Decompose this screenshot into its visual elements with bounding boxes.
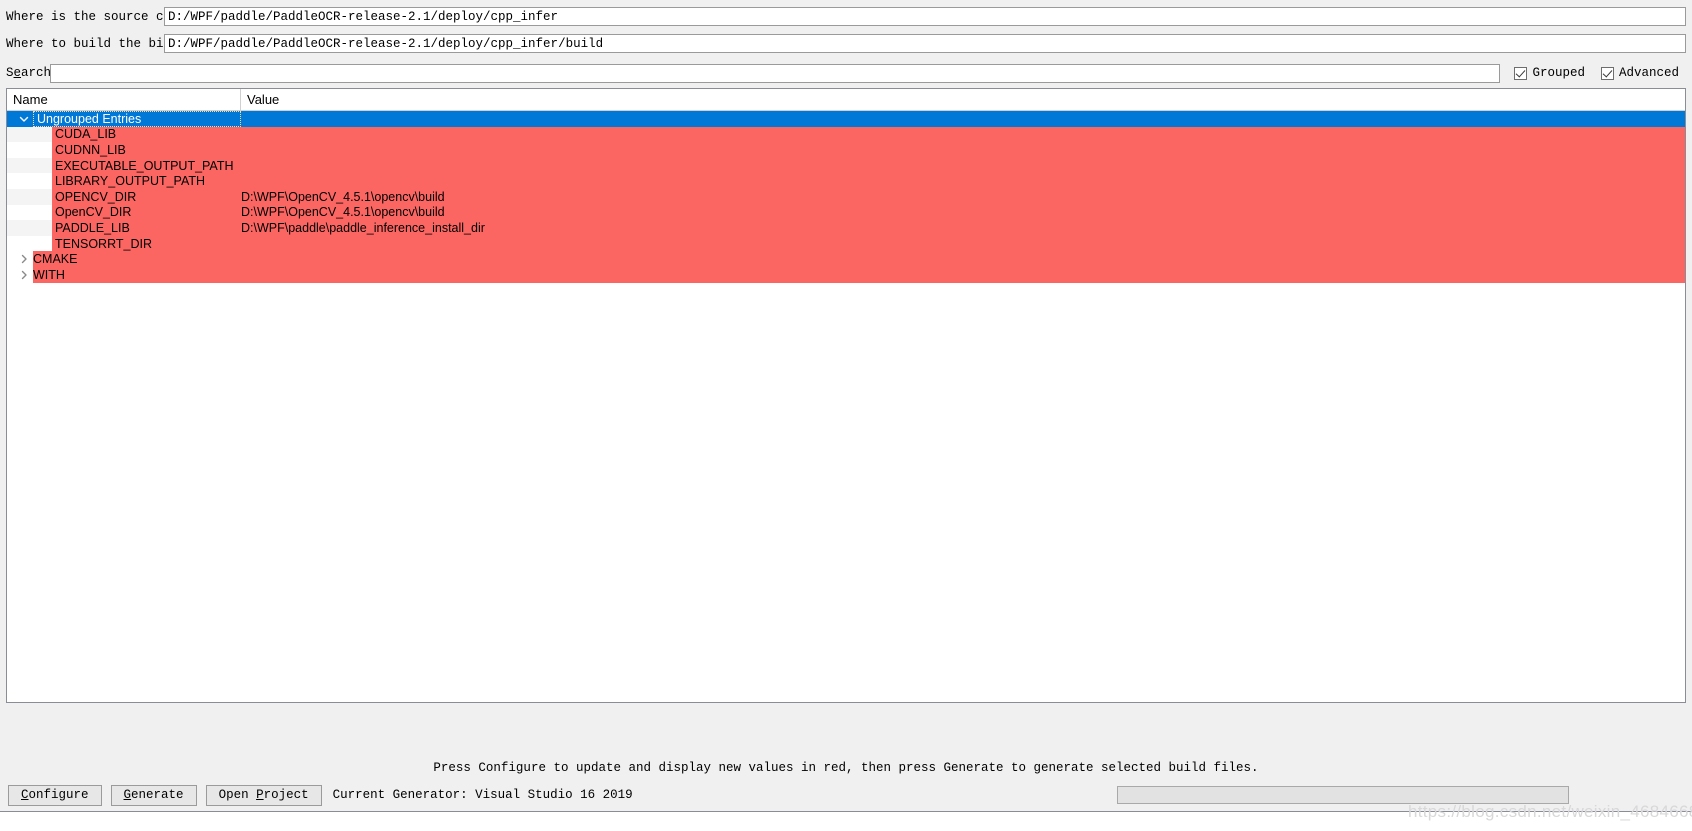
search-row: Search: Grouped Advanced [0, 59, 1692, 88]
tree-group-name: CMAKE [33, 252, 78, 267]
tree-indent-gutter [7, 173, 52, 189]
grouped-checkbox-label: Grouped [1532, 66, 1585, 80]
status-message: Press Configure to update and display ne… [0, 757, 1692, 779]
table-row[interactable]: OPENCV_DIR D:\WPF\OpenCV_4.5.1\opencv\bu… [7, 188, 1685, 205]
entry-value[interactable]: D:\WPF\paddle\paddle_inference_install_d… [241, 220, 1685, 236]
entry-value[interactable] [241, 127, 1685, 143]
open-project-label-post: roject [263, 787, 309, 802]
tree-indent-gutter [7, 188, 52, 205]
tree-body: Ungrouped Entries CUDA_LIB CUDNN_LIB EXE… [7, 111, 1685, 283]
generate-button[interactable]: Generate [110, 784, 197, 806]
tree-header: Name Value [7, 89, 1685, 111]
entry-value[interactable]: D:\WPF\OpenCV_4.5.1\opencv\build [241, 205, 1685, 221]
build-path-input[interactable]: D:/WPF/paddle/PaddleOCR-release-2.1/depl… [164, 34, 1686, 53]
tree-indent-gutter [7, 126, 52, 143]
tree-indent-gutter [7, 157, 52, 174]
checkmark-icon-advanced [1600, 66, 1614, 80]
tree-indent-gutter [7, 251, 33, 267]
tree-indent-gutter [7, 220, 52, 236]
table-row[interactable]: CUDNN_LIB [7, 142, 1685, 158]
search-label-pre: S [6, 66, 14, 80]
entry-value[interactable] [241, 236, 1685, 252]
open-project-label-pre: Open [218, 787, 257, 802]
search-label-accelerator: e [13, 66, 22, 80]
cache-variables-tree[interactable]: Name Value Ungrouped Entries CUDA_LIB CU… [6, 88, 1686, 703]
column-header-value[interactable]: Value [241, 89, 1685, 110]
entry-name: LIBRARY_OUTPUT_PATH [55, 174, 206, 189]
source-path-label: Where is the source code: [6, 9, 194, 24]
tree-group-row-with[interactable]: WITH [7, 266, 1685, 283]
build-path-label: Where to build the binaries: [6, 36, 217, 51]
entry-name: OPENCV_DIR [55, 189, 137, 204]
entry-name: EXECUTABLE_OUTPUT_PATH [55, 158, 234, 173]
table-row[interactable]: OpenCV_DIR D:\WPF\OpenCV_4.5.1\opencv\bu… [7, 204, 1685, 221]
advanced-checkbox[interactable]: Advanced [1600, 66, 1679, 80]
checkmark-icon-grouped [1514, 66, 1528, 80]
tree-group-value [83, 251, 1685, 267]
entry-name: PADDLE_LIB [55, 220, 130, 235]
entry-name: OpenCV_DIR [55, 205, 132, 220]
entry-name: CUDA_LIB [55, 127, 117, 142]
chevron-right-icon[interactable] [17, 268, 31, 282]
generate-label-post: enerate [131, 787, 184, 802]
chevron-right-icon[interactable] [17, 252, 31, 266]
entry-value[interactable] [241, 158, 1685, 174]
table-row[interactable]: CUDA_LIB [7, 126, 1685, 143]
source-path-input[interactable]: D:/WPF/paddle/PaddleOCR-release-2.1/depl… [164, 7, 1686, 26]
configure-accelerator: C [21, 787, 29, 802]
table-row[interactable]: PADDLE_LIB D:\WPF\paddle\paddle_inferenc… [7, 220, 1685, 236]
tree-indent-gutter [7, 235, 52, 252]
output-log-panel[interactable] [0, 811, 1692, 831]
tree-group-row-ungrouped[interactable]: Ungrouped Entries [7, 111, 1685, 127]
table-row[interactable]: EXECUTABLE_OUTPUT_PATH [7, 157, 1685, 174]
tree-group-name: WITH [33, 267, 65, 282]
table-row[interactable]: LIBRARY_OUTPUT_PATH [7, 173, 1685, 189]
progress-bar [1117, 786, 1569, 804]
column-header-name[interactable]: Name [7, 89, 241, 110]
tree-group-name: Ungrouped Entries [33, 111, 241, 127]
tree-indent-gutter [7, 111, 33, 127]
entry-value[interactable] [241, 142, 1685, 158]
tree-indent-gutter [7, 266, 33, 283]
entry-name: TENSORRT_DIR [55, 236, 153, 251]
configure-label-post: onfigure [28, 787, 89, 802]
build-path-row: Where to build the binaries: D:/WPF/padd… [6, 32, 1686, 55]
current-generator-text: Current Generator: Visual Studio 16 2019 [332, 788, 633, 802]
grouped-checkbox[interactable]: Grouped [1514, 66, 1585, 80]
advanced-checkbox-label: Advanced [1618, 66, 1679, 80]
path-fields-section: Where is the source code: D:/WPF/paddle/… [0, 0, 1692, 55]
chevron-down-icon[interactable] [17, 112, 31, 126]
entry-value[interactable]: D:\WPF\OpenCV_4.5.1\opencv\build [241, 189, 1685, 205]
source-path-row: Where is the source code: D:/WPF/paddle/… [6, 5, 1686, 28]
tree-group-row-cmake[interactable]: CMAKE [7, 251, 1685, 267]
open-project-accelerator: P [256, 787, 264, 802]
entry-value[interactable] [241, 173, 1685, 189]
tree-group-value [71, 267, 1685, 283]
tree-indent-gutter [7, 142, 52, 158]
entry-name: CUDNN_LIB [55, 142, 126, 157]
search-label: Search: [6, 66, 59, 80]
search-input[interactable] [50, 63, 1501, 83]
tree-indent-gutter [7, 204, 52, 221]
table-row[interactable]: TENSORRT_DIR [7, 235, 1685, 252]
tree-group-value [241, 111, 1685, 127]
open-project-button[interactable]: Open Project [205, 784, 322, 806]
configure-button[interactable]: Configure [8, 784, 102, 806]
generate-accelerator: G [123, 787, 132, 802]
